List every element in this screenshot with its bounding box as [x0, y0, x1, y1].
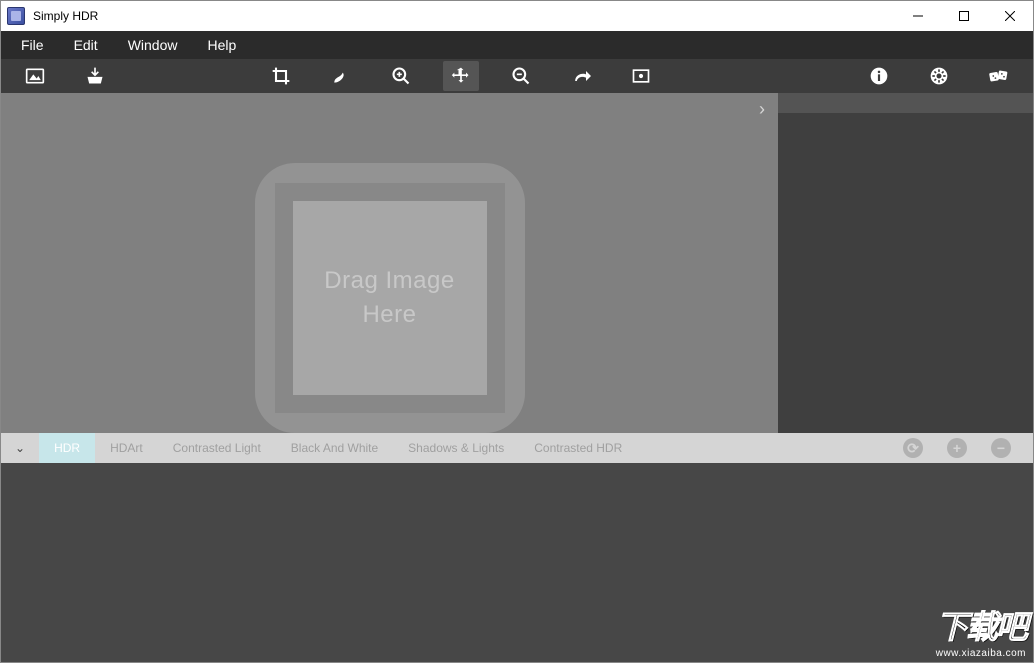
crop-button[interactable] — [263, 61, 299, 91]
drop-text-line1: Drag Image — [324, 267, 454, 294]
zoom-in-button[interactable] — [383, 61, 419, 91]
drop-zone-inner: Drag Image Here — [275, 183, 505, 413]
info-button[interactable] — [861, 61, 897, 91]
settings-button[interactable] — [921, 61, 957, 91]
menu-window[interactable]: Window — [114, 33, 192, 57]
canvas-area[interactable]: › Drag Image Here — [1, 93, 778, 433]
category-shadows-lights[interactable]: Shadows & Lights — [393, 433, 519, 463]
category-hdart[interactable]: HDArt — [95, 433, 158, 463]
app-title: Simply HDR — [33, 9, 98, 23]
category-contrasted-hdr[interactable]: Contrasted HDR — [519, 433, 637, 463]
remove-preset-button[interactable]: − — [991, 438, 1011, 458]
drop-text-line2: Here — [362, 301, 416, 328]
add-preset-button[interactable]: + — [947, 438, 967, 458]
category-hdr[interactable]: HDR — [39, 433, 95, 463]
zoom-out-button[interactable] — [503, 61, 539, 91]
side-panel — [778, 93, 1033, 433]
move-button[interactable] — [443, 61, 479, 91]
compare-button[interactable] — [623, 61, 659, 91]
brush-button[interactable] — [323, 61, 359, 91]
panel-expand-icon[interactable]: › — [752, 99, 772, 120]
dice-button[interactable] — [981, 61, 1017, 91]
side-panel-header — [778, 93, 1033, 113]
main-area: › Drag Image Here — [1, 93, 1033, 433]
preset-strip — [1, 463, 1033, 662]
category-collapse-icon[interactable]: ⌄ — [1, 441, 39, 455]
category-black-and-white[interactable]: Black And White — [276, 433, 393, 463]
open-image-button[interactable] — [17, 61, 53, 91]
minimize-button[interactable] — [895, 1, 941, 31]
toolbar — [1, 59, 1033, 93]
drop-zone[interactable]: Drag Image Here — [255, 163, 525, 433]
menu-help[interactable]: Help — [193, 33, 250, 57]
menu-bar: File Edit Window Help — [1, 31, 1033, 59]
redo-button[interactable] — [563, 61, 599, 91]
app-icon — [7, 7, 25, 25]
category-bar: ⌄ HDR HDArt Contrasted Light Black And W… — [1, 433, 1033, 463]
menu-file[interactable]: File — [7, 33, 58, 57]
title-bar: Simply HDR — [1, 1, 1033, 31]
maximize-button[interactable] — [941, 1, 987, 31]
category-contrasted-light[interactable]: Contrasted Light — [158, 433, 276, 463]
random-preset-button[interactable]: ⟳ — [903, 438, 923, 458]
close-button[interactable] — [987, 1, 1033, 31]
save-image-button[interactable] — [77, 61, 113, 91]
menu-edit[interactable]: Edit — [60, 33, 112, 57]
